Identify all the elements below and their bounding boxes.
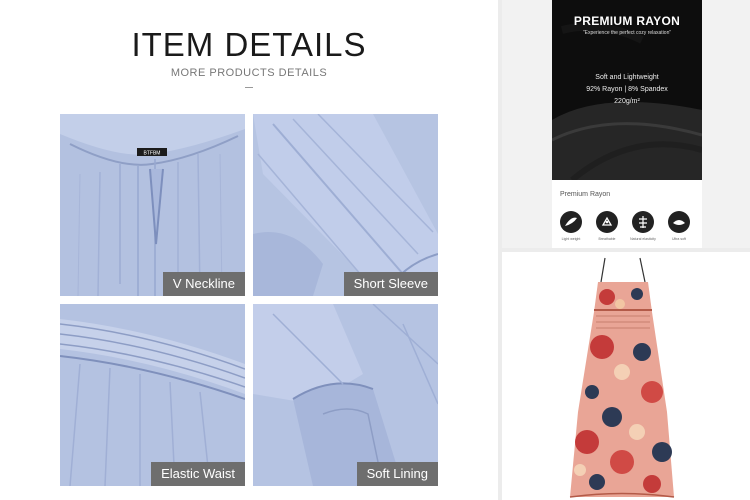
breathable-icon	[596, 211, 618, 233]
elastic-waist-image	[60, 304, 245, 486]
detail-tile-soft-lining[interactable]: Soft Lining	[253, 304, 438, 486]
detail-tile-v-neckline[interactable]: BTFBM V Neckline	[60, 114, 245, 296]
feature-label: Ultra soft	[671, 237, 686, 241]
item-details-subtitle: MORE PRODUCTS DETAILS	[170, 67, 328, 79]
rayon-line-2: 92% Rayon | 8% Spandex	[586, 86, 668, 93]
item-details-panel: ITEM DETAILS MORE PRODUCTS DETAILS BTFBM…	[0, 0, 498, 500]
floral-dress-thumbnail[interactable]	[502, 252, 750, 500]
short-sleeve-image	[253, 114, 438, 296]
feather-icon	[560, 211, 582, 233]
rayon-tagline: "Experience the perfect cozy relaxation"	[582, 30, 672, 36]
feature-label: Light weight	[561, 237, 581, 241]
rayon-line-3: 220g/m²	[614, 98, 640, 105]
floral-dress-image	[569, 257, 675, 498]
tile-caption: Short Sleeve	[343, 272, 438, 296]
soft-lining-image	[253, 304, 438, 486]
v-neckline-image: BTFBM	[60, 114, 245, 296]
feature-label: Natural elasticity	[630, 237, 656, 241]
brand-label-tag: BTFBM	[144, 151, 161, 157]
rayon-title: PREMIUM RAYON	[573, 14, 681, 28]
feature-label: Breathable	[598, 237, 616, 241]
item-details-title: ITEM DETAILS	[131, 26, 367, 63]
tile-caption: Soft Lining	[356, 462, 438, 486]
soft-icon	[668, 211, 690, 233]
detail-tile-short-sleeve[interactable]: Short Sleeve	[253, 114, 438, 296]
skin-friendly-icon	[632, 211, 654, 233]
tile-caption: Elastic Waist	[151, 462, 245, 486]
rayon-panel: PREMIUM RAYON "Experience the perfect co…	[552, 0, 702, 248]
title-divider	[245, 87, 253, 88]
premium-rayon-card[interactable]: PREMIUM RAYON "Experience the perfect co…	[502, 0, 750, 248]
rayon-section-label: Premium Rayon	[560, 191, 611, 198]
tile-caption: V Neckline	[162, 272, 245, 296]
rayon-line-1: Soft and Lightweight	[595, 74, 659, 81]
detail-tile-elastic-waist[interactable]: Elastic Waist	[60, 304, 245, 486]
